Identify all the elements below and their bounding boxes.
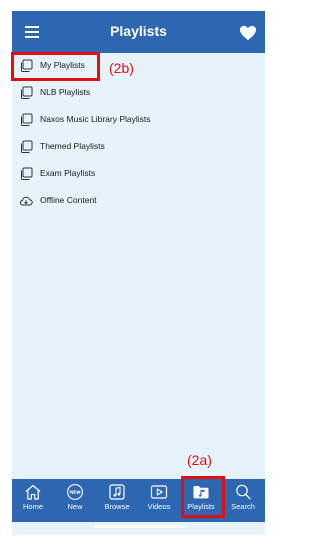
heart-icon[interactable] bbox=[239, 25, 257, 41]
music-note-book-icon bbox=[109, 484, 125, 500]
list-item-label: Offline Content bbox=[40, 195, 97, 205]
list-item-naxos-playlists[interactable]: Naxos Music Library Playlists bbox=[12, 107, 265, 133]
page-title: Playlists bbox=[110, 23, 167, 39]
tab-new[interactable]: New bbox=[54, 479, 96, 522]
callout-label-2b: (2b) bbox=[109, 60, 134, 76]
app-screen: Playlists My Playlists NLB Playlists Nax… bbox=[12, 11, 265, 535]
tab-home[interactable]: Home bbox=[12, 479, 54, 522]
home-indicator bbox=[94, 525, 186, 528]
playlist-stack-icon bbox=[21, 86, 33, 99]
list-item-label: Naxos Music Library Playlists bbox=[40, 114, 151, 124]
playlist-stack-icon bbox=[21, 140, 33, 153]
list-item-themed-playlists[interactable]: Themed Playlists bbox=[12, 134, 265, 160]
play-icon bbox=[150, 485, 168, 499]
list-item-offline-content[interactable]: Offline Content bbox=[12, 188, 265, 214]
list-item-label: NLB Playlists bbox=[40, 87, 91, 97]
cloud-download-icon bbox=[19, 196, 33, 206]
bottom-tab-bar: Home New Browse Videos Playlists Search bbox=[12, 479, 265, 522]
callout-label-2a: (2a) bbox=[187, 452, 212, 468]
new-badge-icon bbox=[67, 484, 83, 500]
tab-videos[interactable]: Videos bbox=[138, 479, 180, 522]
list-item-nlb-playlists[interactable]: NLB Playlists bbox=[12, 80, 265, 106]
playlist-stack-icon bbox=[21, 167, 33, 180]
list-item-label: Themed Playlists bbox=[40, 141, 105, 151]
search-icon bbox=[236, 484, 251, 500]
list-item-label: Exam Playlists bbox=[40, 168, 96, 178]
tab-search[interactable]: Search bbox=[222, 479, 264, 522]
home-icon bbox=[25, 484, 41, 500]
callout-box-my-playlists bbox=[11, 52, 100, 81]
top-bar: Playlists bbox=[12, 11, 265, 53]
callout-box-playlists-tab bbox=[181, 476, 225, 518]
list-item-exam-playlists[interactable]: Exam Playlists bbox=[12, 161, 265, 187]
tab-browse[interactable]: Browse bbox=[96, 479, 138, 522]
tab-label: Search bbox=[231, 502, 255, 511]
playlist-stack-icon bbox=[21, 113, 33, 126]
